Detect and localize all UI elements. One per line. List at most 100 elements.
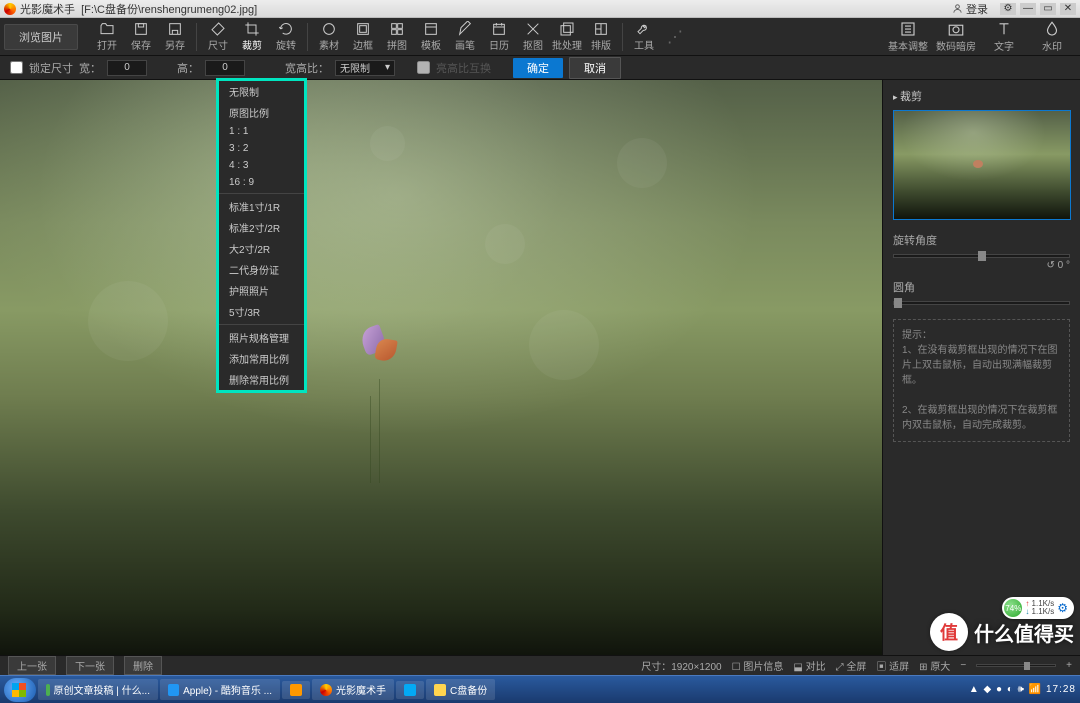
butterfly-subject [362,327,406,363]
cutout-icon [525,21,541,37]
tool-layout[interactable]: 排版 [584,21,618,52]
crop-options-bar: 锁定尺寸 宽： 0 高： 0 宽高比： 无限制▾ 亮高比互换 确定 取消 [0,56,1080,80]
frame-icon [355,21,371,37]
swap-ratio-label: 亮高比互换 [436,60,491,76]
save-icon [133,21,149,37]
tool-frame[interactable]: 边框 [346,21,380,52]
app-logo-icon [4,3,16,15]
calendar-icon [491,21,507,37]
tool-size[interactable]: 尺寸 [201,21,235,52]
lock-size-checkbox[interactable] [10,61,23,74]
fit-screen-button[interactable]: 适屏 [889,662,909,673]
droplet-icon [1043,20,1061,38]
confirm-button[interactable]: 确定 [513,58,563,78]
tool-template[interactable]: 模板 [414,21,448,52]
image-info-button[interactable]: 图片信息 [743,662,783,673]
round-slider[interactable] [893,301,1070,305]
network-monitor-widget[interactable]: 74% 1.1K/s 1.1K/s ⚙ [1002,597,1074,619]
next-image-button[interactable]: 下一张 [66,656,114,675]
prev-image-button[interactable]: 上一张 [8,656,56,675]
rtool-text[interactable]: 文字 [980,20,1028,53]
minimize-button[interactable]: — [1020,3,1036,15]
image-canvas[interactable] [0,80,882,655]
width-input[interactable]: 0 [107,60,147,76]
taskbar-item[interactable]: 光影魔术手 [312,679,394,700]
crop-preview-thumb[interactable] [893,110,1071,220]
taskbar-item[interactable]: 原创文章投稿 | 什么... [38,679,158,700]
tool-tools[interactable]: 工具 [627,21,661,52]
fullscreen-button[interactable]: 全屏 [846,662,866,673]
cancel-button[interactable]: 取消 [569,57,621,79]
image-size-label: 尺寸：1920×1200 [641,658,721,673]
settings-icon[interactable]: ⚙ [1000,3,1016,15]
login-link[interactable]: 登录 [952,1,988,17]
panel-heading: 裁剪 [893,88,1070,104]
tool-crop[interactable]: 裁剪 [235,21,269,52]
tool-cutout[interactable]: 抠图 [516,21,550,52]
ratio-option[interactable]: 删除常用比例 [219,369,304,390]
delete-image-button[interactable]: 删除 [124,656,162,675]
ratio-option[interactable]: 标准1寸/1R [219,196,304,217]
right-panel: 裁剪 旋转角度 ↺ 0 ° 圆角 提示： 1、在没有裁剪框出现的情况下在图片上双… [882,80,1080,655]
maximize-button[interactable]: ▭ [1040,3,1056,15]
lock-size-label: 锁定尺寸 [29,60,73,76]
file-path: [F:\C盘备份\renshengrumeng02.jpg] [81,1,257,17]
tool-material[interactable]: 素材 [312,21,346,52]
tool-collage[interactable]: 拼图 [380,21,414,52]
tool-calendar[interactable]: 日历 [482,21,516,52]
ratio-option[interactable]: 大2寸/2R [219,238,304,259]
tool-batch[interactable]: 批处理 [550,21,584,52]
network-percent: 74% [1004,599,1022,617]
hint-box: 提示： 1、在没有裁剪框出现的情况下在图片上双击鼠标，自动出现满幅裁剪框。 2、… [893,319,1070,442]
tool-saveas[interactable]: 另存 [158,21,192,52]
ratio-dropdown-menu: 无限制 原图比例 1 : 1 3 : 2 4 : 3 16 : 9 标准1寸/1… [218,80,305,391]
system-tray[interactable]: ▲ ◆ ● ◐ 🕪 📶 17:28 [969,684,1076,695]
chevron-down-icon: ▾ [385,62,390,73]
close-button[interactable]: ✕ [1060,3,1076,15]
ratio-option[interactable]: 添加常用比例 [219,348,304,369]
ratio-option[interactable]: 无限制 [219,81,304,102]
tools-icon [636,21,652,37]
saveas-icon [167,21,183,37]
template-icon [423,21,439,37]
status-bar: 上一张 下一张 删除 尺寸：1920×1200 ☐ 图片信息 ⬓ 对比 ⤢ 全屏… [0,655,1080,675]
folder-open-icon [99,21,115,37]
rtool-basic[interactable]: 基本调整 [884,20,932,53]
ratio-option[interactable]: 二代身份证 [219,259,304,280]
rotate-slider[interactable] [893,254,1070,258]
ratio-option[interactable]: 1 : 1 [219,123,304,140]
zoom-slider[interactable] [976,664,1056,667]
taskbar-item[interactable] [282,681,310,699]
browse-images-button[interactable]: 浏览图片 [4,24,78,50]
ratio-option[interactable]: 原图比例 [219,102,304,123]
tool-open[interactable]: 打开 [90,21,124,52]
taskbar-item[interactable] [396,681,424,699]
tool-brush[interactable]: 画笔 [448,21,482,52]
ratio-option[interactable]: 4 : 3 [219,157,304,174]
rtool-darkroom[interactable]: 数码暗房 [932,20,980,53]
edited-image [0,80,882,655]
height-input[interactable]: 0 [205,60,245,76]
taskbar-item[interactable]: C盘备份 [426,679,495,700]
main-toolbar: 浏览图片 打开 保存 另存 尺寸 裁剪 旋转 素材 边框 拼图 模板 画笔 日历… [0,18,1080,56]
ratio-option[interactable]: 护照照片 [219,280,304,301]
rotate-icon [278,21,294,37]
compare-button[interactable]: 对比 [806,662,826,673]
camera-icon [947,20,965,38]
ratio-option[interactable]: 16 : 9 [219,174,304,191]
crop-icon [244,21,260,37]
rotate-angle-label: 旋转角度 [893,235,937,247]
ratio-label: 宽高比： [285,60,329,76]
ratio-option[interactable]: 3 : 2 [219,140,304,157]
taskbar-item[interactable]: Apple) - 酷狗音乐 ... [160,679,280,700]
original-size-button[interactable]: 原大 [930,662,950,673]
start-button[interactable] [4,678,36,702]
tool-save[interactable]: 保存 [124,21,158,52]
rtool-watermark[interactable]: 水印 [1028,20,1076,53]
round-corner-label: 圆角 [893,282,915,294]
ratio-dropdown[interactable]: 无限制▾ [335,60,395,76]
tool-rotate[interactable]: 旋转 [269,21,303,52]
ratio-option[interactable]: 照片规格管理 [219,327,304,348]
ratio-option[interactable]: 5寸/3R [219,301,304,322]
ratio-option[interactable]: 标准2寸/2R [219,217,304,238]
